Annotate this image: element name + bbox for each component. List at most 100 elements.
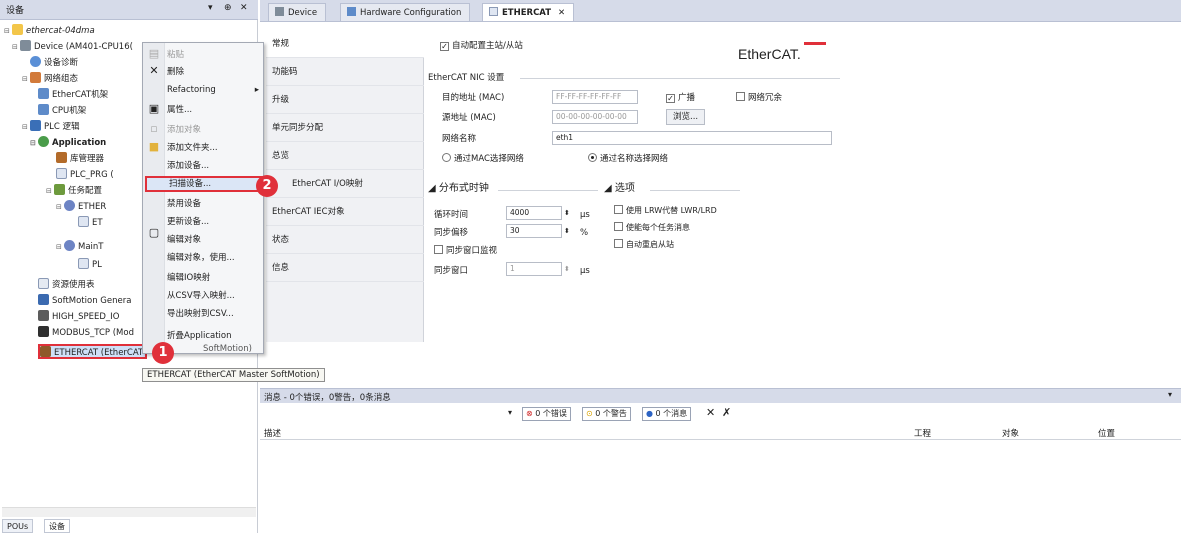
hardware-icon xyxy=(347,7,356,16)
tree-item-softmotion[interactable]: SoftMotion Genera xyxy=(38,294,131,309)
delete-icon: ✕ xyxy=(149,64,159,77)
sync-window-field[interactable]: 1 xyxy=(506,262,562,276)
tree-item-main-task[interactable]: ⊟ MainT xyxy=(56,240,103,255)
net-name-field[interactable]: eth1 xyxy=(552,131,832,145)
device-icon xyxy=(20,40,31,51)
nav-function-code[interactable]: 功能码 xyxy=(266,58,424,86)
opt-lrw-checkbox[interactable]: 使用 LRW代替 LWR/LRD xyxy=(614,205,717,217)
dest-addr-field[interactable]: FF-FF-FF-FF-FF-FF xyxy=(552,90,638,104)
src-addr-field[interactable]: 00-00-00-00-00-00 xyxy=(552,110,638,124)
horizontal-scrollbar[interactable] xyxy=(2,507,256,517)
close-tab-icon[interactable]: ✕ xyxy=(558,8,565,18)
nav-status[interactable]: 状态 xyxy=(266,226,424,254)
column-project[interactable]: 工程 xyxy=(914,427,931,439)
tree-item-ethercat-rack[interactable]: EtherCAT机架 xyxy=(38,88,108,103)
nav-iec-objects[interactable]: EtherCAT IEC对象 xyxy=(266,198,424,226)
menu-item-add-object[interactable]: 添加对象 xyxy=(167,122,261,138)
tree-item-device[interactable]: ⊟ Device (AM401-CPU16( xyxy=(12,40,133,55)
menu-item-scan-devices[interactable]: 扫描设备... xyxy=(145,176,263,192)
column-object[interactable]: 对象 xyxy=(1002,427,1019,439)
tab-device[interactable]: Device xyxy=(268,3,327,21)
filter-dropdown[interactable]: ▾ xyxy=(508,408,512,417)
select-by-mac-radio[interactable]: 通过MAC选择网络 xyxy=(442,153,524,165)
tree-item-cpu-rack[interactable]: CPU机架 xyxy=(38,104,86,119)
paste-icon: ▤ xyxy=(148,47,160,60)
tree-item-resource[interactable]: 资源使用表 xyxy=(38,278,95,293)
nav-info[interactable]: 信息 xyxy=(266,254,424,282)
menu-item-properties[interactable]: 属性... xyxy=(167,102,261,118)
close-pane-icon[interactable]: ✕ xyxy=(240,3,248,13)
menu-item-refactoring[interactable]: Refactoring ▸ xyxy=(167,82,261,98)
tree-item-high-speed-io[interactable]: HIGH_SPEED_IO xyxy=(38,310,119,325)
menu-item-update-device[interactable]: 更新设备... xyxy=(167,214,261,230)
messages-filter[interactable]: ● 0 个消息 xyxy=(642,407,692,421)
clear-messages-icon[interactable]: ✕ xyxy=(706,406,715,419)
menu-item-add-device[interactable]: 添加设备... xyxy=(167,158,261,174)
broadcast-checkbox[interactable]: ✓ 广播 xyxy=(666,92,695,104)
tab-hardware-configuration[interactable]: Hardware Configuration xyxy=(340,3,471,21)
opt-autorestart-checkbox[interactable]: 自动重启从站 xyxy=(614,239,674,251)
cycle-time-unit: μs xyxy=(580,210,590,220)
tree-item-project[interactable]: ⊟ ethercat-04dma xyxy=(4,24,95,39)
tree-item-library[interactable]: 库管理器 xyxy=(56,152,104,167)
tree-item-network[interactable]: ⊟ 网络组态 xyxy=(22,72,78,87)
warnings-filter[interactable]: ⊙ 0 个警告 xyxy=(582,407,631,421)
browse-button[interactable]: 浏览... xyxy=(666,109,706,125)
tree-item-ether-task[interactable]: ⊟ ETHER xyxy=(56,200,106,215)
tree-item-modbus[interactable]: MODBUS_TCP (Mod xyxy=(38,326,134,341)
auto-config-checkbox[interactable]: ✓ 自动配置主站/从站 xyxy=(440,40,523,52)
column-position[interactable]: 位置 xyxy=(1098,427,1115,439)
menu-item-add-folder[interactable]: 添加文件夹... xyxy=(167,140,261,156)
select-by-name-radio[interactable]: 通过名称选择网络 xyxy=(588,153,668,165)
pane-menu-icon[interactable]: ▾ xyxy=(208,3,213,13)
messages-menu-icon[interactable]: ▾ xyxy=(1168,390,1172,399)
context-menu: ▤ 粘贴 ✕ 删除 Refactoring ▸ ▣ 属性... ▫ 添加对象 ■ … xyxy=(142,42,264,354)
messages-pane: 消息 - 0个错误，0警告，0条消息 ▾ ▾ ⊗ 0 个错误 ⊙ 0 个警告 ●… xyxy=(260,388,1181,533)
nav-overview[interactable]: 总览 xyxy=(266,142,424,170)
sync-window-spinner[interactable]: ⬍ xyxy=(564,263,570,275)
opt-task-msg-checkbox[interactable]: 使能每个任务消息 xyxy=(614,222,690,234)
sync-offset-field[interactable]: 30 xyxy=(506,224,562,238)
menu-item-edit-io-mapping[interactable]: 编辑IO映射 xyxy=(167,270,261,286)
menu-item-edit-object[interactable]: 编辑对象 xyxy=(167,232,261,248)
sync-window-monitor-checkbox[interactable]: 同步窗口监视 xyxy=(434,245,497,257)
sync-offset-spinner[interactable]: ⬍ xyxy=(564,225,570,237)
menu-item-edit-object-with[interactable]: 编辑对象，使用... xyxy=(167,250,261,266)
program-icon xyxy=(78,216,89,227)
tree-item-pl-call[interactable]: PL xyxy=(78,258,102,273)
tree-item-ethercat-master[interactable]: ETHERCAT (EtherCAT xyxy=(38,344,148,359)
clear-all-icon[interactable]: ✗ xyxy=(722,406,731,419)
ethercat-icon xyxy=(489,7,498,16)
sync-offset-label: 同步偏移 xyxy=(434,228,469,238)
messages-header: 消息 - 0个错误，0警告，0条消息 xyxy=(264,393,391,403)
tab-pous[interactable]: POUs xyxy=(2,519,34,533)
tab-ethercat[interactable]: ETHERCAT ✕ xyxy=(482,3,575,21)
menu-item-import-csv[interactable]: 从CSV导入映射... xyxy=(167,288,261,304)
softmotion-icon xyxy=(38,294,49,305)
tree-item-plc-prg[interactable]: PLC_PRG ( xyxy=(56,168,114,183)
redundancy-checkbox[interactable]: 网络冗余 xyxy=(736,92,782,104)
errors-filter[interactable]: ⊗ 0 个错误 xyxy=(522,407,571,421)
column-description[interactable]: 描述 xyxy=(264,427,281,439)
sync-offset-unit: % xyxy=(580,228,589,238)
pin-icon[interactable]: ⊕ xyxy=(224,3,232,13)
menu-item-export-csv[interactable]: 导出映射到CSV... xyxy=(167,306,261,322)
tree-item-task-config[interactable]: ⊟ 任务配置 xyxy=(46,184,102,199)
ethercat-logo: EtherCAT. xyxy=(738,42,826,62)
menu-item-disable-device[interactable]: 禁用设备 xyxy=(167,196,261,212)
cycle-time-spinner[interactable]: ⬍ xyxy=(564,207,570,219)
nav-io-mapping[interactable]: EtherCAT I/O映射 xyxy=(266,170,424,198)
tree-item-et-call[interactable]: ET xyxy=(78,216,103,231)
tree-item-plc-logic[interactable]: ⊟ PLC 逻辑 xyxy=(22,120,80,135)
tree-item-diagnostics[interactable]: 设备诊断 xyxy=(30,56,78,71)
tree-item-application[interactable]: ⊟ Application xyxy=(30,136,106,151)
device-pane-title: 设备 xyxy=(6,6,25,16)
nav-upgrade[interactable]: 升级 xyxy=(266,86,424,114)
nav-general[interactable]: 常规 xyxy=(266,30,424,58)
nav-sync-unit[interactable]: 单元同步分配 xyxy=(266,114,424,142)
menu-item-delete[interactable]: 删除 xyxy=(167,64,261,80)
menu-item-paste[interactable]: 粘贴 xyxy=(167,47,261,63)
menu-tail-text: SoftMotion) xyxy=(203,344,252,354)
cycle-time-field[interactable]: 4000 xyxy=(506,206,562,220)
tab-devices[interactable]: 设备 xyxy=(44,519,70,533)
